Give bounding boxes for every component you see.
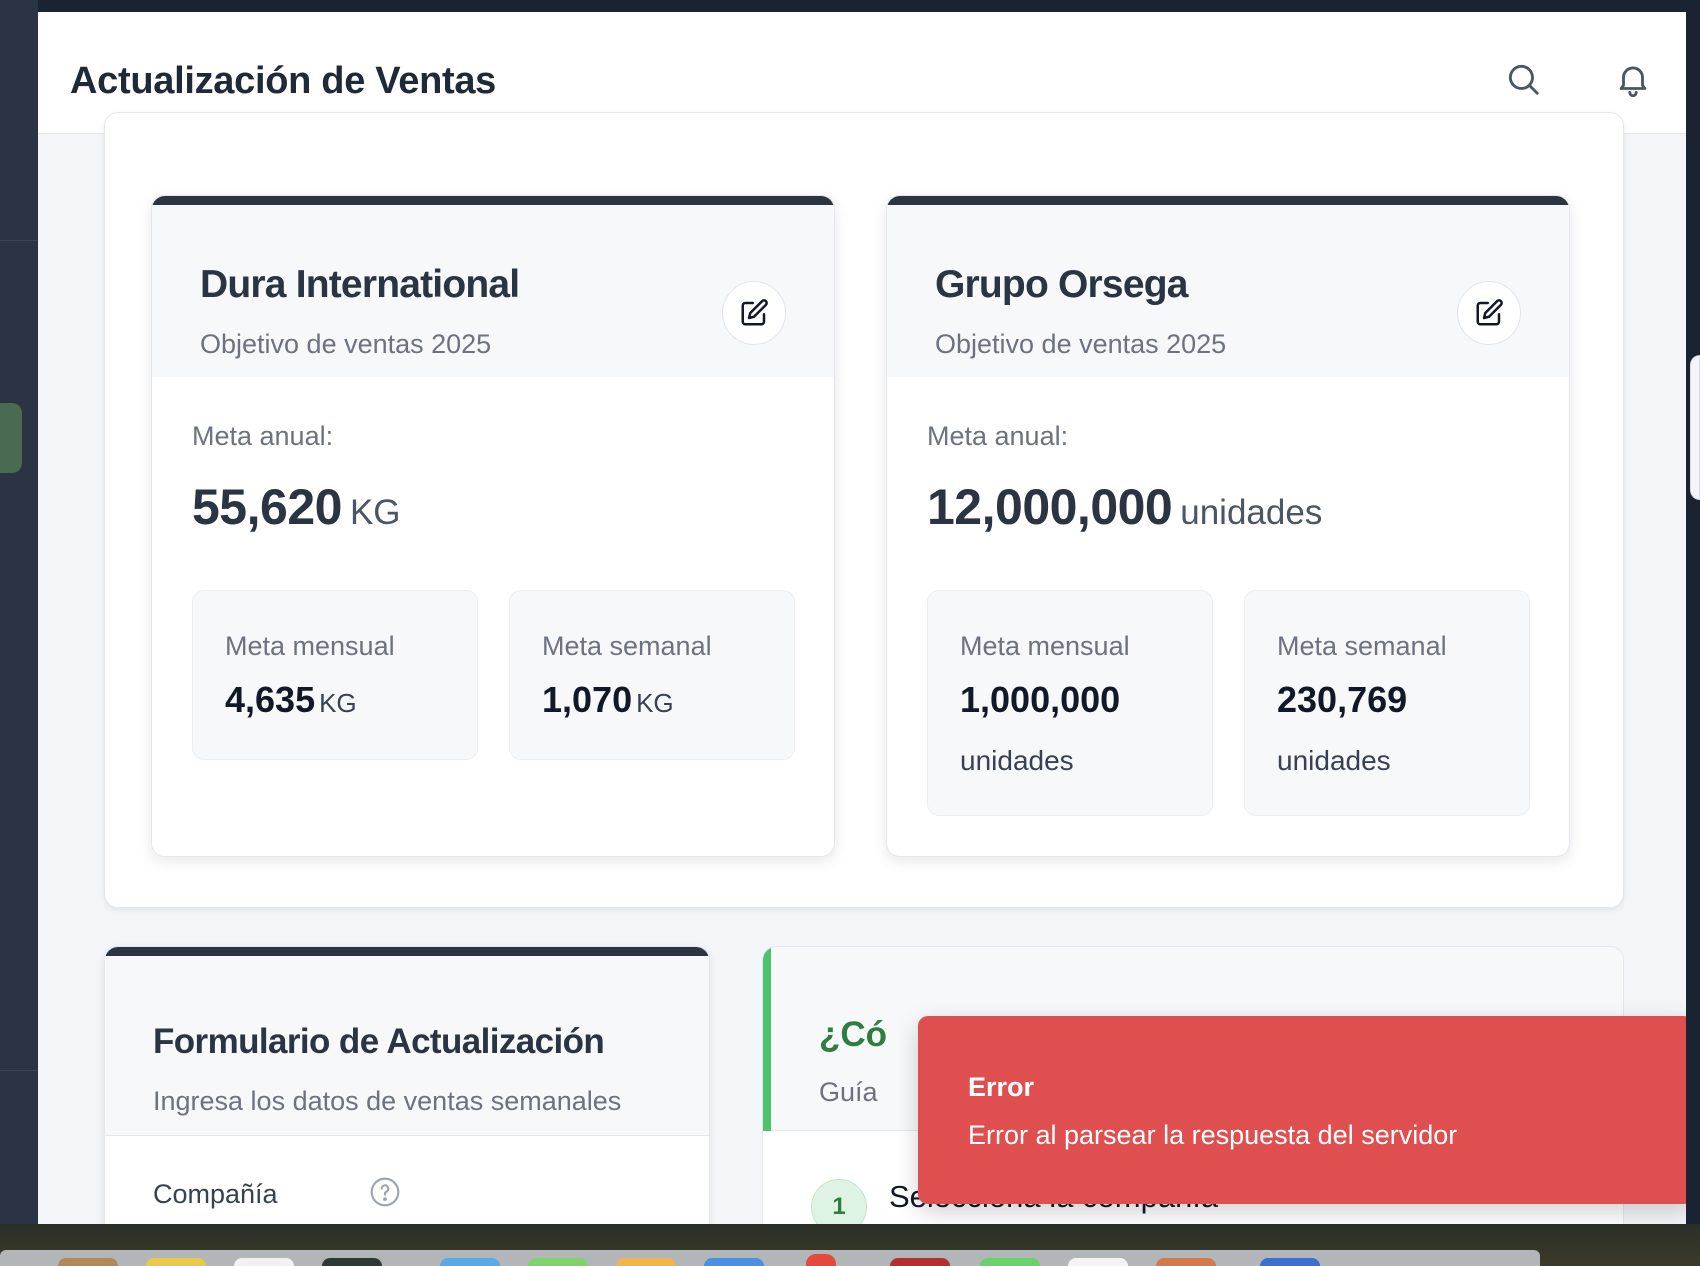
company-field-label: Compañía: [153, 1179, 278, 1209]
annual-goal-unit: KG: [349, 493, 401, 532]
sidebar-active-item[interactable]: [0, 403, 22, 473]
monthly-goal-box: Meta mensual 1,000,000 unidades: [927, 590, 1213, 816]
toast-title: Error: [968, 1072, 1035, 1102]
weekly-goal-number: 1,070: [542, 679, 633, 720]
weekly-goal-unit: KG: [636, 688, 674, 718]
dock-app-icon[interactable]: [1068, 1258, 1128, 1266]
monthly-goal-number: 4,635: [225, 679, 316, 720]
update-form-card: Formulario de Actualización Ingresa los …: [104, 946, 710, 1224]
side-panel-handle[interactable]: [1690, 355, 1700, 500]
annual-goal-label: Meta anual:: [927, 421, 1069, 451]
dock-app-icon[interactable]: [146, 1258, 206, 1266]
app-window: Actualización de Ventas Dura Internation…: [38, 12, 1686, 1224]
weekly-goal-box: Meta semanal 230,769 unidades: [1244, 590, 1530, 816]
monthly-goal-unit: KG: [319, 688, 357, 718]
notification-badge: [806, 1254, 836, 1266]
goal-card-orsega: Grupo Orsega Objetivo de ventas 2025 Met…: [886, 195, 1570, 857]
weekly-goal-value: 1,070 KG: [542, 679, 674, 721]
dock-app-icon[interactable]: [58, 1258, 118, 1266]
annual-goal-unit: unidades: [1180, 493, 1323, 532]
card-subtitle: Objetivo de ventas 2025: [935, 329, 1227, 359]
toast-message: Error al parsear la respuesta del servid…: [968, 1120, 1458, 1150]
form-description: Ingresa los datos de ventas semanales: [153, 1086, 622, 1116]
card-header: Grupo Orsega Objetivo de ventas 2025: [887, 205, 1569, 377]
edit-icon: [1476, 299, 1503, 326]
edit-goal-button[interactable]: [722, 281, 786, 345]
step-number-badge: 1: [811, 1179, 867, 1224]
os-dock: [0, 1224, 1700, 1266]
guide-accent-bar: [763, 947, 771, 1131]
card-top-accent: [152, 196, 834, 205]
app-sidebar: [0, 0, 38, 1224]
bell-icon: [1619, 66, 1647, 97]
sales-goals-panel: Dura International Objetivo de ventas 20…: [104, 112, 1624, 908]
weekly-goal-box: Meta semanal 1,070 KG: [509, 590, 795, 760]
card-top-accent: [105, 947, 709, 956]
goal-card-dura: Dura International Objetivo de ventas 20…: [151, 195, 835, 857]
dock-app-icon[interactable]: [1260, 1258, 1320, 1266]
company-name: Dura International: [200, 263, 520, 306]
annual-goal-value: 12,000,000 unidades: [927, 478, 1322, 536]
monthly-goal-label: Meta mensual: [960, 631, 1130, 661]
dock-app-icon[interactable]: [704, 1258, 764, 1266]
monthly-goal-label: Meta mensual: [225, 631, 395, 661]
help-icon[interactable]: [369, 1176, 401, 1208]
card-header: Dura International Objetivo de ventas 20…: [152, 205, 834, 377]
dock-app-icon[interactable]: [616, 1258, 676, 1266]
monthly-goal-box: Meta mensual 4,635 KG: [192, 590, 478, 760]
dock-app-icon[interactable]: [528, 1258, 588, 1266]
search-button[interactable]: [1504, 60, 1542, 98]
guide-description: Guía: [819, 1077, 878, 1107]
annual-goal-label: Meta anual:: [192, 421, 334, 451]
sidebar-divider: [0, 240, 38, 241]
weekly-goal-label: Meta semanal: [1277, 631, 1447, 661]
dock-app-icon[interactable]: [440, 1258, 500, 1266]
guide-title: ¿Có: [819, 1015, 888, 1054]
error-toast[interactable]: Error Error al parsear la respuesta del …: [918, 1016, 1686, 1204]
monthly-goal-unit: unidades: [960, 745, 1074, 776]
dock-app-icon[interactable]: [1156, 1258, 1216, 1266]
notifications-button[interactable]: [1614, 60, 1652, 98]
dock-app-icon[interactable]: [980, 1258, 1040, 1266]
annual-goal-number: 55,620: [192, 479, 342, 535]
page-title: Actualización de Ventas: [70, 60, 497, 102]
monthly-goal-number: 1,000,000: [960, 679, 1121, 720]
dock-app-icon[interactable]: [322, 1258, 382, 1266]
weekly-goal-label: Meta semanal: [542, 631, 712, 661]
card-subtitle: Objetivo de ventas 2025: [200, 329, 492, 359]
sidebar-divider: [0, 1070, 38, 1071]
dock-app-icon[interactable]: [890, 1258, 950, 1266]
card-top-accent: [887, 196, 1569, 205]
card-header: Formulario de Actualización Ingresa los …: [105, 956, 709, 1136]
monthly-goal-value: 4,635 KG: [225, 679, 357, 721]
weekly-goal-number: 230,769: [1277, 679, 1408, 720]
edit-icon: [741, 299, 768, 326]
search-icon: [1508, 64, 1539, 95]
edit-goal-button[interactable]: [1457, 281, 1521, 345]
right-edge: [1686, 0, 1700, 1224]
annual-goal-number: 12,000,000: [927, 479, 1173, 535]
annual-goal-value: 55,620 KG: [192, 478, 401, 536]
company-name: Grupo Orsega: [935, 263, 1188, 306]
weekly-goal-unit: unidades: [1277, 745, 1391, 776]
form-title: Formulario de Actualización: [153, 1022, 605, 1061]
dock-app-icon[interactable]: [234, 1258, 294, 1266]
screen-top-edge: [0, 0, 1700, 12]
